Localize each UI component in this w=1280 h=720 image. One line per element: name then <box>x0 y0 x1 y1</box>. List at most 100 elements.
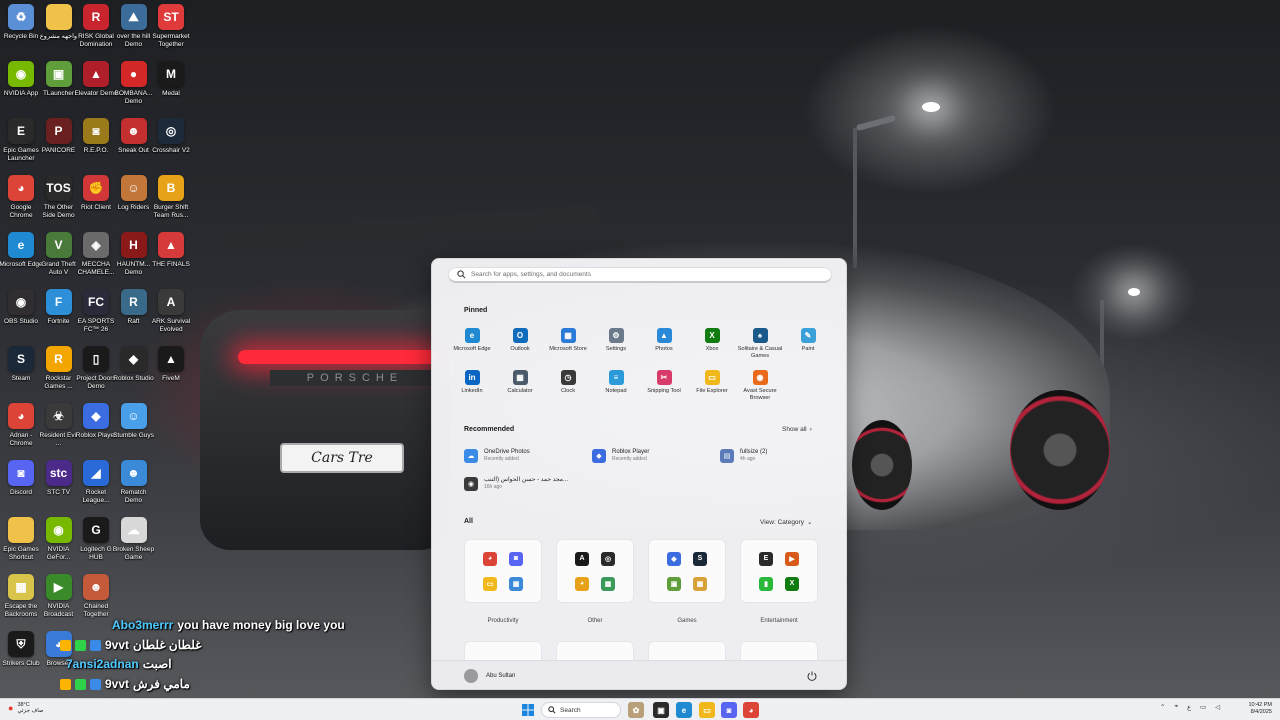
pinned-app[interactable]: ≡ Notepad <box>592 370 640 395</box>
pinned-app[interactable]: ▦ Calculator <box>496 370 544 395</box>
desktop-icon[interactable]: ◎ Crosshair V2 <box>152 118 190 155</box>
desktop-icon[interactable] <box>152 517 190 546</box>
desktop-icon[interactable]: ◉ OBS Studio <box>2 289 40 326</box>
desktop-icon[interactable]: ◕ Adnan - Chrome <box>2 403 40 447</box>
chevron-up-icon[interactable]: ⌃ <box>1160 703 1165 711</box>
chrome-canary-icon[interactable]: ◕ <box>575 576 589 591</box>
pinned-app[interactable]: ▭ File Explorer <box>688 370 736 395</box>
recommended-item[interactable]: ☁ OneDrive Photos Recently added <box>464 449 530 463</box>
desktop-icon[interactable]: ☺ Log Riders <box>115 175 153 212</box>
desktop-icon[interactable]: A ARK Survival Evolved <box>152 289 190 333</box>
games-folder-icon[interactable]: ▦ <box>693 576 707 591</box>
desktop-icon[interactable]: ☻ Rematch Demo <box>115 460 153 504</box>
desktop-icon[interactable]: ☣ Resident Evil ... <box>40 403 78 447</box>
category-folder[interactable]: ◆ S ▣ ▦ <box>648 539 726 603</box>
language-indicator[interactable]: ع <box>1187 703 1191 711</box>
desktop-icon[interactable] <box>152 460 190 489</box>
desktop-icon[interactable]: TOS The Other Side Demo <box>40 175 78 219</box>
user-avatar[interactable] <box>464 669 478 683</box>
volume-icon[interactable]: ◁ <box>1215 703 1220 711</box>
desktop-icon[interactable]: ☻ Sneak Out <box>115 118 153 155</box>
desktop-icon[interactable]: ▣ TLauncher <box>40 61 78 98</box>
media-player-icon[interactable]: ▶ <box>785 551 799 566</box>
desktop-icon[interactable]: ☺ Stumble Guys <box>113 403 154 440</box>
desktop-icon[interactable]: ◆ Roblox Player <box>76 403 116 440</box>
desktop-icon[interactable]: V Grand Theft Auto V <box>40 232 78 276</box>
desktop-icon[interactable]: R Raft <box>115 289 153 326</box>
desktop-icon[interactable]: ▯ Project Doors Demo <box>76 346 116 390</box>
power-icon[interactable] <box>806 670 818 682</box>
desktop-icon[interactable]: E Epic Games Launcher <box>2 118 40 162</box>
desktop-icon[interactable]: ◉ NVIDIA GeFor... <box>40 517 78 561</box>
xbox-icon[interactable]: X <box>785 576 799 591</box>
desktop-icon[interactable]: F Fortnite <box>40 289 78 326</box>
task-view-icon[interactable]: ▣ <box>653 702 669 718</box>
desktop-icon[interactable]: ● BOMBANA... Demo <box>115 61 153 105</box>
pinned-app[interactable]: e Microsoft Edge <box>448 328 496 353</box>
chrome-icon[interactable]: ◕ <box>483 551 497 566</box>
edge-icon[interactable]: e <box>676 702 692 718</box>
desktop-icon[interactable]: Epic Games Shortcut <box>2 517 40 561</box>
crosshair-icon[interactable]: ◎ <box>601 551 615 566</box>
user-name[interactable]: Abu Sultan <box>486 673 515 679</box>
desktop-icon[interactable]: S Steam <box>2 346 40 383</box>
desktop-icon[interactable]: ◈ MECCHA CHAMELE... <box>77 232 115 276</box>
chrome-icon[interactable]: ◕ <box>743 702 759 718</box>
recommended-item[interactable]: ▤ fullsize (2) 4h ago <box>720 449 767 463</box>
minecraft-icon[interactable]: ▣ <box>667 576 681 591</box>
pinned-app[interactable]: ▦ Microsoft Store <box>544 328 592 353</box>
desktop-icon[interactable]: R RISK Global Domination <box>77 4 115 48</box>
pinned-app[interactable]: in LinkedIn <box>448 370 496 395</box>
view-category-dropdown[interactable]: View: Category ⌄ <box>760 518 812 527</box>
desktop-icon[interactable]: ☁ Broken Sheep Game <box>113 517 154 561</box>
game-pass-icon[interactable]: ▮ <box>759 576 773 591</box>
desktop-icon[interactable]: ▲ FiveM <box>152 346 190 383</box>
control-panel-icon[interactable]: ▦ <box>509 576 523 591</box>
desktop-icon[interactable]: ☻ Chained Together <box>77 574 115 618</box>
ark-icon[interactable]: A <box>575 551 589 566</box>
show-all-button[interactable]: Show all › <box>782 426 812 433</box>
desktop-icon[interactable]: H HAUNTM... Demo <box>115 232 153 276</box>
desktop-icon[interactable]: ▲ THE FINALS <box>152 232 190 269</box>
folder-icon[interactable]: ▭ <box>483 576 497 591</box>
apps-icon[interactable]: ▦ <box>601 576 615 591</box>
desktop-icon[interactable]: ✊ Riot Client <box>77 175 115 212</box>
pinned-app[interactable]: O Outlook <box>496 328 544 353</box>
desktop-icon[interactable]: G Logitech G HUB <box>77 517 115 561</box>
category-folder[interactable]: A ◎ ◕ ▦ <box>556 539 634 603</box>
desktop-icon[interactable]: B Burger Shift Team Rus... <box>152 175 190 219</box>
taskbar-clock[interactable]: 10:42 PM 8/4/2025 <box>1240 702 1272 716</box>
recommended-item[interactable]: ◉ مجد حمد - حسن الحواس (التنب... 16h ago <box>464 477 568 491</box>
pinned-app[interactable]: X Xbox <box>688 328 736 353</box>
desktop-icon[interactable]: ◙ Discord <box>2 460 40 497</box>
taskbar-search[interactable]: Search <box>541 702 621 718</box>
network-icon[interactable]: ▭ <box>1200 703 1206 711</box>
pinned-app[interactable]: ▲ Photos <box>640 328 688 353</box>
desktop-icon[interactable]: ◢ Rocket League... <box>77 460 115 504</box>
category-folder[interactable]: E ▶ ▮ X <box>740 539 818 603</box>
desktop-icon[interactable]: stc STC TV <box>40 460 78 497</box>
desktop-icon[interactable]: ▲ Elevator Demo <box>75 61 118 98</box>
desktop-icon[interactable]: ⛨ Strikers Club <box>2 631 40 668</box>
category-folder[interactable]: ◕ ◙ ▭ ▦ <box>464 539 542 603</box>
desktop-icon[interactable]: ▦ Escape the Backrooms <box>2 574 40 618</box>
start-button[interactable] <box>520 702 536 718</box>
pinned-app[interactable]: ◷ Clock <box>544 370 592 395</box>
recommended-item[interactable]: ◆ Roblox Player Recently added <box>592 449 649 463</box>
epic-games-icon[interactable]: E <box>759 551 773 566</box>
desktop-icon[interactable] <box>152 403 190 432</box>
pinned-app[interactable]: ♠ Solitaire & Casual Games <box>736 328 784 360</box>
desktop-icon[interactable]: FC EA SPORTS FC™ 26 <box>77 289 115 333</box>
desktop-icon[interactable]: ▶ NVIDIA Broadcast <box>40 574 78 618</box>
desktop-icon[interactable]: ◙ R.E.P.O. <box>77 118 115 155</box>
desktop-icon[interactable]: e Microsoft Edge <box>0 232 43 269</box>
desktop-icon[interactable]: R Rockstar Games ... <box>40 346 78 390</box>
pinned-app[interactable]: ✎ Paint <box>784 328 832 353</box>
desktop-icon[interactable] <box>152 574 190 603</box>
desktop-icon[interactable]: ◕ Google Chrome <box>2 175 40 219</box>
desktop-icon[interactable]: P PANICORE <box>40 118 78 155</box>
steam-icon[interactable]: S <box>693 551 707 566</box>
desktop-icon[interactable]: ◉ NVIDIA App <box>2 61 40 98</box>
start-search-box[interactable]: Search for apps, settings, and documents <box>448 267 832 283</box>
location-icon[interactable]: ⌖ <box>1174 703 1178 711</box>
